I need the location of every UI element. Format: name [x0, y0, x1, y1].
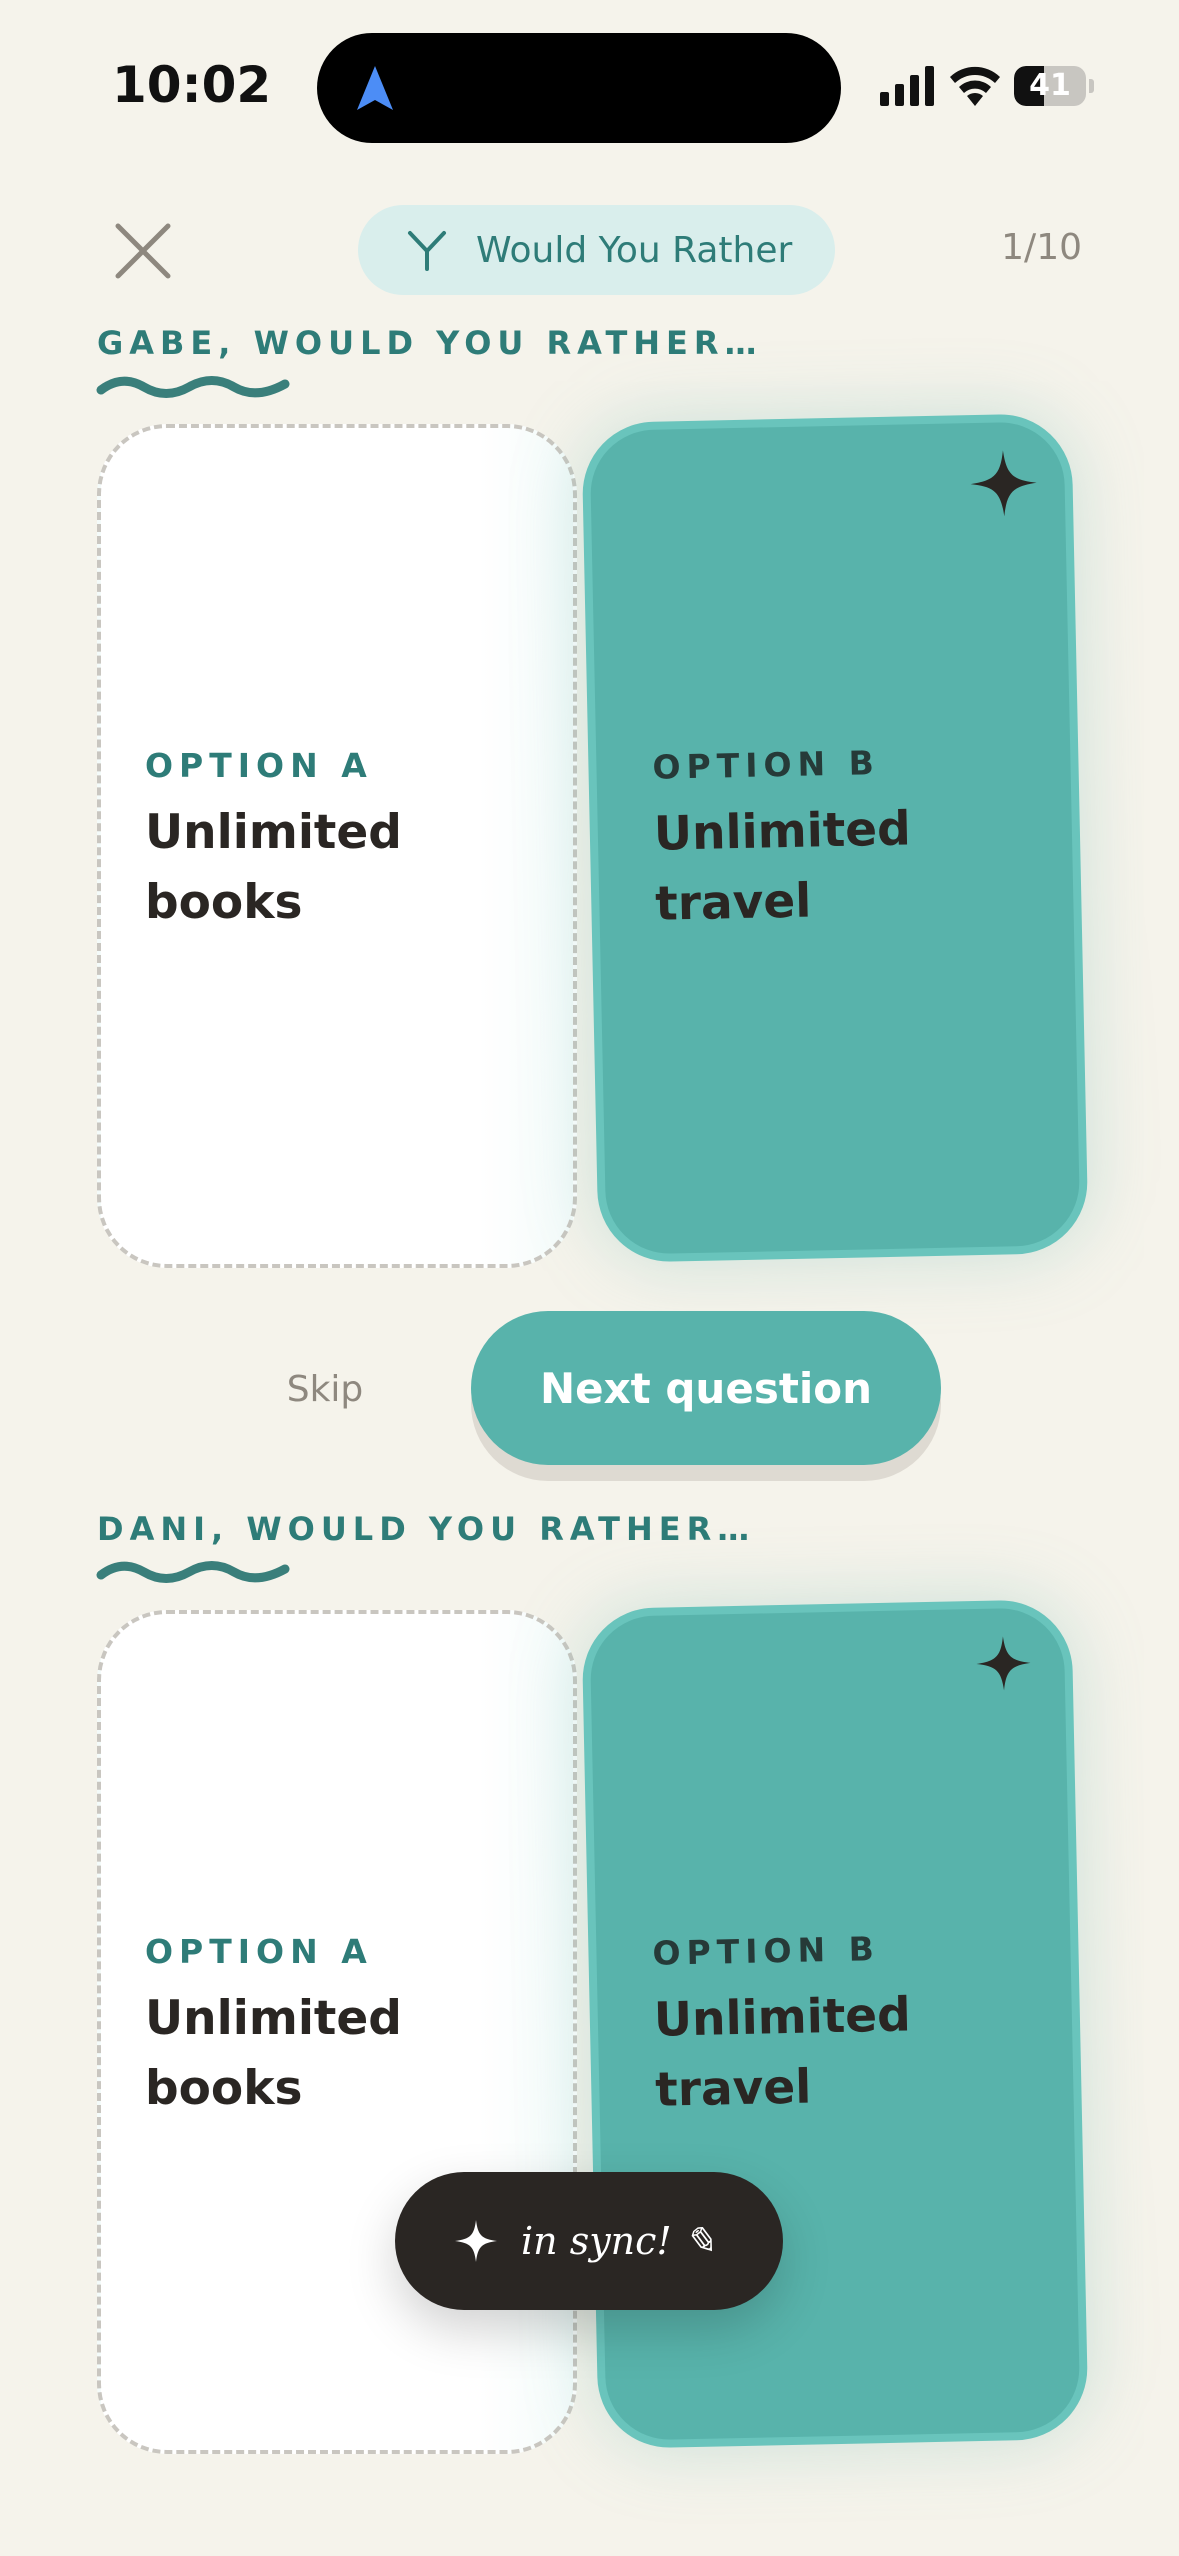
- option-a-text: Unlimited books: [145, 1991, 402, 2116]
- option-a-label: OPTION A: [145, 1932, 373, 1971]
- option-a-card[interactable]: OPTION A Unlimited books: [97, 424, 577, 1268]
- option-a-text: Unlimited books: [145, 805, 402, 930]
- battery-tip: [1089, 79, 1094, 93]
- option-a-label: OPTION A: [145, 746, 373, 785]
- close-icon[interactable]: [110, 218, 176, 284]
- option-b-label: OPTION B: [652, 743, 881, 787]
- option-b-label: OPTION B: [652, 1929, 881, 1973]
- next-question-button[interactable]: Next question: [471, 1311, 941, 1465]
- section-heading: DANI, WOULD YOU RATHER…: [97, 1510, 756, 1548]
- sparkle-icon: [455, 2220, 497, 2262]
- option-b-card-selected[interactable]: OPTION B Unlimited travel: [581, 1598, 1089, 2450]
- y-letter-icon: [408, 231, 446, 271]
- battery-level: 41: [1029, 68, 1071, 103]
- cellular-signal-icon: [880, 66, 934, 106]
- question-progress: 1/10: [1001, 227, 1082, 268]
- option-b-text: Unlimited travel: [653, 1987, 912, 2118]
- in-sync-toast: in sync! ✎: [395, 2172, 783, 2310]
- battery-body: 41: [1014, 66, 1086, 106]
- battery-indicator: 41: [1014, 66, 1094, 106]
- toast-message: in sync! ✎: [521, 2219, 716, 2263]
- option-a-card[interactable]: OPTION A Unlimited books: [97, 1610, 577, 2454]
- option-b-text: Unlimited travel: [653, 801, 912, 932]
- dynamic-island: [317, 33, 841, 143]
- skip-button[interactable]: Skip: [270, 1362, 380, 1416]
- wifi-icon: [950, 66, 1000, 106]
- game-title-pill: Would You Rather: [358, 205, 835, 295]
- sparkle-icon: [970, 450, 1037, 517]
- squiggle-underline: [96, 1561, 290, 1583]
- option-b-card-selected[interactable]: OPTION B Unlimited travel: [581, 412, 1089, 1264]
- location-arrow-icon: [357, 66, 393, 110]
- game-title: Would You Rather: [476, 229, 793, 271]
- squiggle-underline: [96, 376, 290, 398]
- sparkle-icon: [976, 1636, 1031, 1691]
- section-heading: GABE, WOULD YOU RATHER…: [97, 324, 763, 362]
- status-time: 10:02: [112, 56, 272, 114]
